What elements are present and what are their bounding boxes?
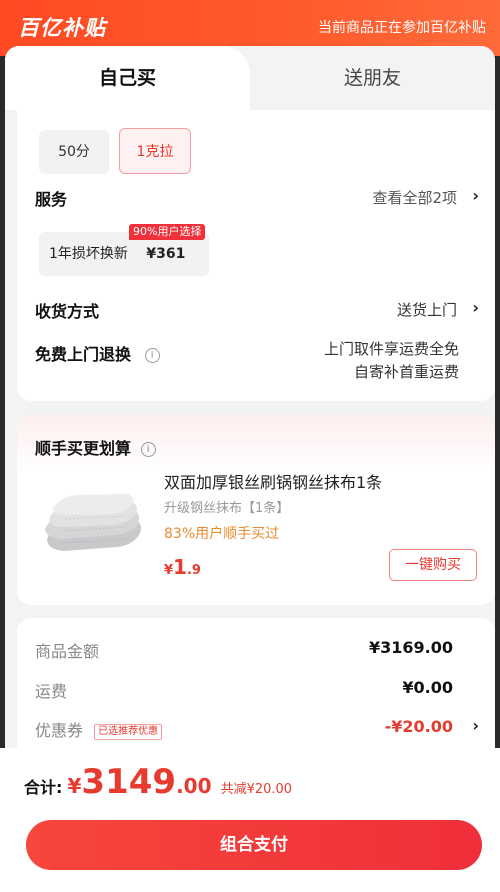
combined-pay-button[interactable]: 组合支付 — [26, 820, 482, 870]
coupon-tag: 已选推荐优惠 — [94, 723, 163, 740]
addon-title: 顺手买更划算 i — [35, 435, 156, 459]
addon-product-stat: 83%用户顺手买过 — [164, 526, 280, 542]
free-return-text: 免费上门退换 — [35, 345, 132, 364]
addon-title-text: 顺手买更划算 — [35, 439, 132, 458]
spec-option-50fen[interactable]: 50分 — [39, 130, 109, 174]
service-label: 服务 — [35, 190, 68, 209]
product-thumbnail[interactable] — [33, 469, 151, 581]
total-saved: 共减¥20.00 — [220, 782, 293, 797]
delivery-label: 收货方式 — [35, 302, 100, 321]
item-amount-label: 商品金额 — [35, 642, 100, 661]
return-line-1: 上门取件享运费全免 — [323, 340, 459, 358]
addon-card: 顺手买更划算 i 双面加厚银丝刷锅钢丝抹布1条 升级钢丝抹布【1条】 83%用户… — [17, 415, 495, 605]
shipping-label: 运费 — [35, 682, 68, 701]
shipping-value: ¥0.00 — [402, 678, 453, 697]
spec-option-1carat[interactable]: 1克拉 — [119, 128, 191, 174]
total-integer: 3149 — [81, 762, 177, 802]
total-decimal: .00 — [176, 774, 212, 798]
service-option-price: ¥361 — [146, 246, 186, 262]
one-click-buy-button[interactable]: 一键购买 — [389, 549, 477, 581]
return-details: 上门取件享运费全免 自寄补首重运费 — [324, 338, 459, 384]
delivery-value[interactable]: 送货上门 — [397, 299, 457, 320]
service-option-label: 1年损坏换新 — [49, 246, 128, 262]
price-integer: 1 — [173, 555, 187, 579]
service-view-all[interactable]: 查看全部2项 — [372, 187, 457, 208]
subsidy-notice: 当前商品正在参加百亿补贴 — [318, 20, 486, 36]
tab-buy-for-self[interactable]: 自己买 — [5, 46, 250, 110]
chevron-right-icon[interactable]: › — [472, 298, 479, 317]
coupon-label: 优惠券 — [35, 721, 84, 740]
free-return-label: 免费上门退换 i — [35, 341, 160, 365]
info-icon[interactable]: i — [140, 442, 156, 457]
fee-summary-card: 商品金额 ¥3169.00 运费 ¥0.00 优惠券 已选推荐优惠 -¥20.0… — [17, 618, 495, 768]
options-card: 50分 1克拉 服务 查看全部2项 › 1年损坏换新 ¥361 90%用户选择 … — [17, 110, 495, 401]
order-total: 合计: ¥3149.00 共减¥20.00 — [24, 762, 292, 802]
coupon-value[interactable]: -¥20.00 — [385, 717, 453, 736]
info-icon[interactable]: i — [144, 348, 160, 363]
item-amount-value: ¥3169.00 — [368, 638, 453, 657]
service-badge: 90%用户选择 — [129, 224, 206, 240]
price-decimal: .9 — [186, 563, 201, 578]
towel-image — [33, 469, 151, 581]
addon-product-variant: 升级钢丝抹布【1条】 — [164, 501, 290, 516]
total-currency: ¥ — [67, 774, 82, 798]
subsidy-logo: 百亿补贴 — [18, 16, 106, 40]
checkout-footer: 合计: ¥3149.00 共减¥20.00 组合支付 — [0, 748, 500, 892]
chevron-right-icon[interactable]: › — [472, 186, 479, 205]
chevron-right-icon[interactable]: › — [472, 716, 479, 735]
return-line-2: 自寄补首重运费 — [353, 363, 459, 381]
total-label: 合计: — [24, 778, 63, 797]
coupon-label-row[interactable]: 优惠券 已选推荐优惠 — [35, 717, 163, 741]
addon-product-price: ¥1.9 — [164, 555, 201, 579]
price-currency: ¥ — [164, 563, 174, 578]
purchase-tabs: 自己买 送朋友 — [5, 46, 495, 110]
addon-product-name[interactable]: 双面加厚银丝刷锅钢丝抹布1条 — [164, 469, 382, 493]
tab-send-to-friend[interactable]: 送朋友 — [250, 46, 495, 110]
